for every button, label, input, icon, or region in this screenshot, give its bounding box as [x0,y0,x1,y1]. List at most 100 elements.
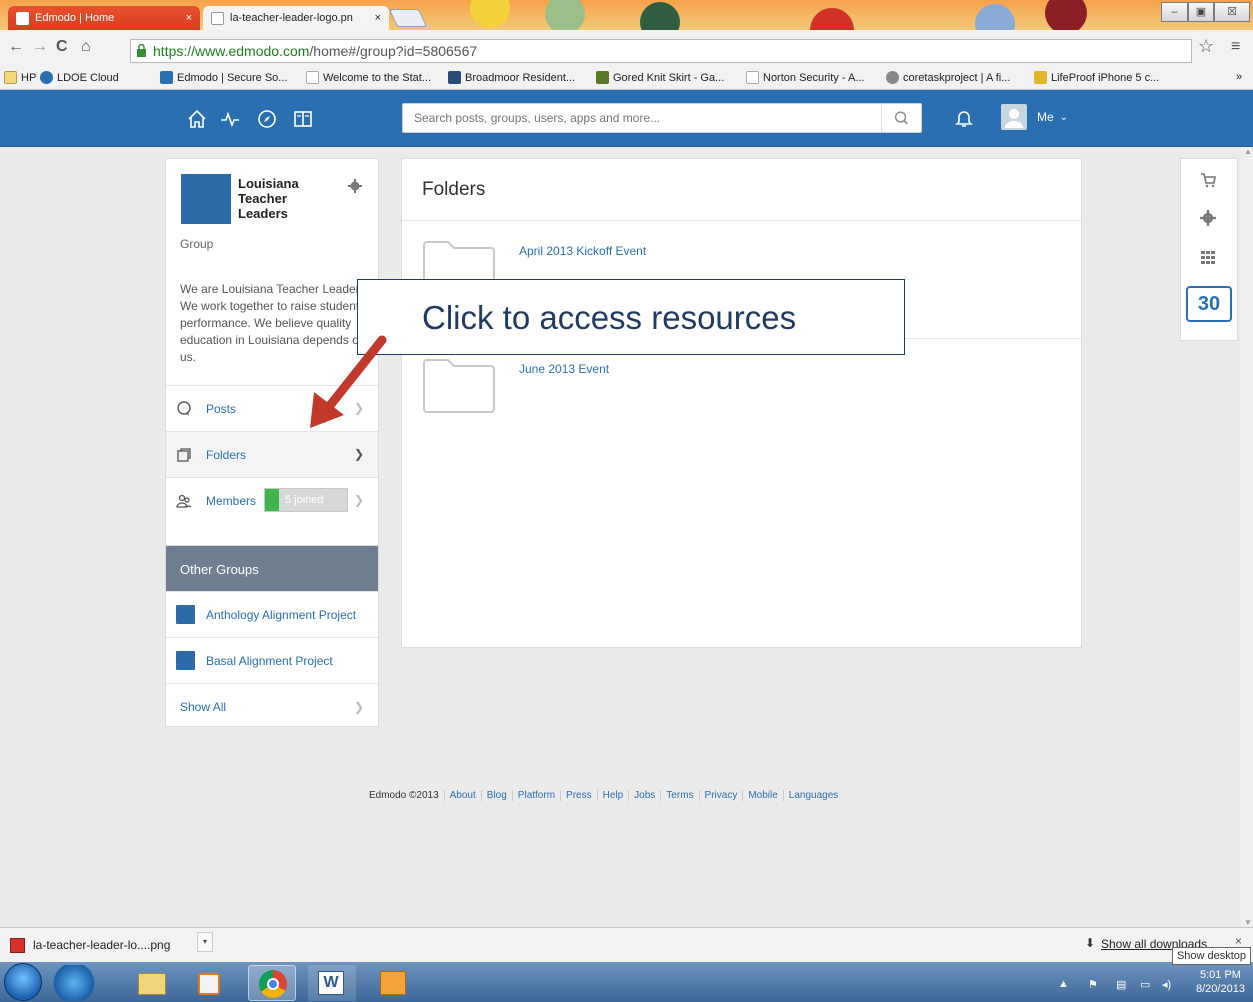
chevron-right-icon: ❯ [353,447,364,461]
download-filename: la-teacher-leader-lo....png [33,938,171,952]
bookmark-hp[interactable]: HP [4,71,36,84]
edmodo-favicon-icon [16,11,29,25]
internet-explorer-icon[interactable] [50,965,98,1001]
downloads-bar: la-teacher-leader-lo....png ▾ ⬇ Show all… [0,927,1253,962]
folder-icon[interactable] [422,357,496,415]
footer-link-about[interactable]: About [443,790,481,801]
start-button[interactable] [4,963,42,1001]
decor-ball [470,0,510,28]
tutorial-callout: Click to access resources [357,279,905,355]
download-item[interactable]: la-teacher-leader-lo....png [6,933,212,957]
bookmark-coretaskproject[interactable]: coretaskproject | A fi... [886,71,1010,84]
chrome-menu-icon[interactable]: ≡ [1231,38,1240,56]
show-all-groups-link[interactable]: Show All ❯ [166,683,378,729]
address-bar[interactable]: https://www.edmodo.com/home#/group?id=58… [130,39,1192,63]
sidebar-item-members[interactable]: Members 5 joined ❯ [166,477,378,523]
footer-link-blog[interactable]: Blog [480,790,512,801]
me-label: Me [1037,110,1054,124]
apps-grid-icon[interactable] [1200,249,1216,265]
right-utility-bar: 30 [1180,158,1238,341]
pointer-arrow-icon [310,335,387,428]
bookmarks-bar: HP LDOE Cloud Edmodo | Secure So... Welc… [0,67,1253,90]
calendar-icon[interactable]: 30 [1186,286,1232,322]
file-explorer-icon[interactable] [128,965,176,1001]
cart-icon[interactable] [1200,172,1216,188]
badge-text: 5 joined [285,494,324,506]
new-tab-button[interactable] [388,9,428,27]
library-book-icon[interactable] [292,108,314,130]
other-group-item[interactable]: Anthology Alignment Project [166,591,378,637]
footer-link-platform[interactable]: Platform [511,790,560,801]
tray-expand-icon[interactable]: ▲ [1058,978,1069,990]
footer-link-jobs[interactable]: Jobs [628,790,660,801]
folder-link[interactable]: June 2013 Event [519,362,609,376]
chevron-right-icon: ❯ [353,699,364,714]
group-name: Louisiana Teacher Leaders [238,176,299,221]
copyright: Edmodo ©2013 [369,790,439,801]
bookmarks-overflow-button[interactable]: » [1236,71,1242,83]
activity-pulse-icon[interactable] [219,108,241,130]
media-player-icon[interactable] [186,965,234,1001]
search-icon[interactable] [881,104,921,132]
settings-gear-icon[interactable] [1200,210,1216,226]
system-clock[interactable]: 5:01 PM 8/20/2013 [1196,968,1245,996]
notifications-bell-icon[interactable] [953,107,975,129]
footer-link-mobile[interactable]: Mobile [742,790,782,801]
home-icon[interactable]: ⌂ [81,38,91,56]
search-box [402,103,922,133]
bookmark-norton[interactable]: Norton Security - A... [746,71,864,84]
bookmark-star-icon[interactable]: ☆ [1198,36,1214,57]
forward-arrow-icon[interactable]: → [32,38,48,56]
bookmark-broadmoor[interactable]: Broadmoor Resident... [448,71,575,84]
maximize-button[interactable]: ▣ [1188,2,1214,22]
tab-logo-image[interactable]: la-teacher-leader-logo.pn × [203,6,389,30]
back-arrow-icon[interactable]: ← [8,38,24,56]
vertical-scrollbar[interactable]: ▲ ▼ [1241,147,1253,927]
bookmark-ldoe-cloud[interactable]: LDOE Cloud [40,71,119,84]
scroll-down-arrow-icon[interactable]: ▼ [1244,918,1252,927]
reload-icon[interactable]: C [56,38,68,56]
word-icon[interactable]: W [308,965,356,1001]
volume-icon[interactable]: ◂) [1162,978,1171,991]
action-center-flag-icon[interactable]: ⚑ [1088,978,1098,991]
folder-link[interactable]: April 2013 Kickoff Event [519,244,646,258]
decor-ball [810,8,854,30]
lifeproof-icon [1034,71,1047,84]
scroll-up-arrow-icon[interactable]: ▲ [1244,147,1252,156]
minimize-button[interactable]: – [1161,2,1188,22]
footer-link-languages[interactable]: Languages [782,790,844,801]
footer-link-terms[interactable]: Terms [660,790,698,801]
footer-link-help[interactable]: Help [596,790,629,801]
search-input[interactable] [403,104,873,132]
clock-time: 5:01 PM [1199,969,1241,981]
footer-link-privacy[interactable]: Privacy [698,790,743,801]
chrome-icon[interactable] [248,965,296,1001]
other-group-item[interactable]: Basal Alignment Project [166,637,378,683]
user-silhouette-icon [1005,109,1023,128]
gear-icon[interactable] [348,179,362,193]
network-icon[interactable]: ▤ [1116,978,1126,991]
tab-close-button[interactable]: × [375,12,381,24]
download-menu-button[interactable]: ▾ [197,932,213,952]
user-menu[interactable]: Me ⌄ [1001,104,1068,130]
outlook-icon[interactable] [370,965,418,1001]
bookmark-lifeproof[interactable]: LifeProof iPhone 5 c... [1034,71,1159,84]
bookmark-welcome[interactable]: Welcome to the Stat... [306,71,431,84]
tab-close-button[interactable]: × [186,12,192,24]
edmodo-icon [160,71,173,84]
compass-icon[interactable] [256,108,278,130]
close-downloads-button[interactable]: × [1235,934,1242,948]
other-groups-header: Other Groups [166,546,378,591]
tab-edmodo-home[interactable]: Edmodo | Home × [8,6,200,30]
page-favicon-icon [211,11,224,25]
sidebar-item-label: Posts [206,401,237,416]
bookmark-edmodo[interactable]: Edmodo | Secure So... [160,71,287,84]
page-icon [746,71,759,84]
home-icon[interactable] [186,108,208,130]
browser-tab-strip: Edmodo | Home × la-teacher-leader-logo.p… [0,0,1253,30]
sidebar-item-label: Members [206,493,257,508]
device-icon[interactable]: ▭ [1140,978,1150,991]
footer-link-press[interactable]: Press [560,790,597,801]
window-close-button[interactable]: ☒ [1214,2,1250,22]
bookmark-gored-skirt[interactable]: Gored Knit Skirt - Ga... [596,71,724,84]
